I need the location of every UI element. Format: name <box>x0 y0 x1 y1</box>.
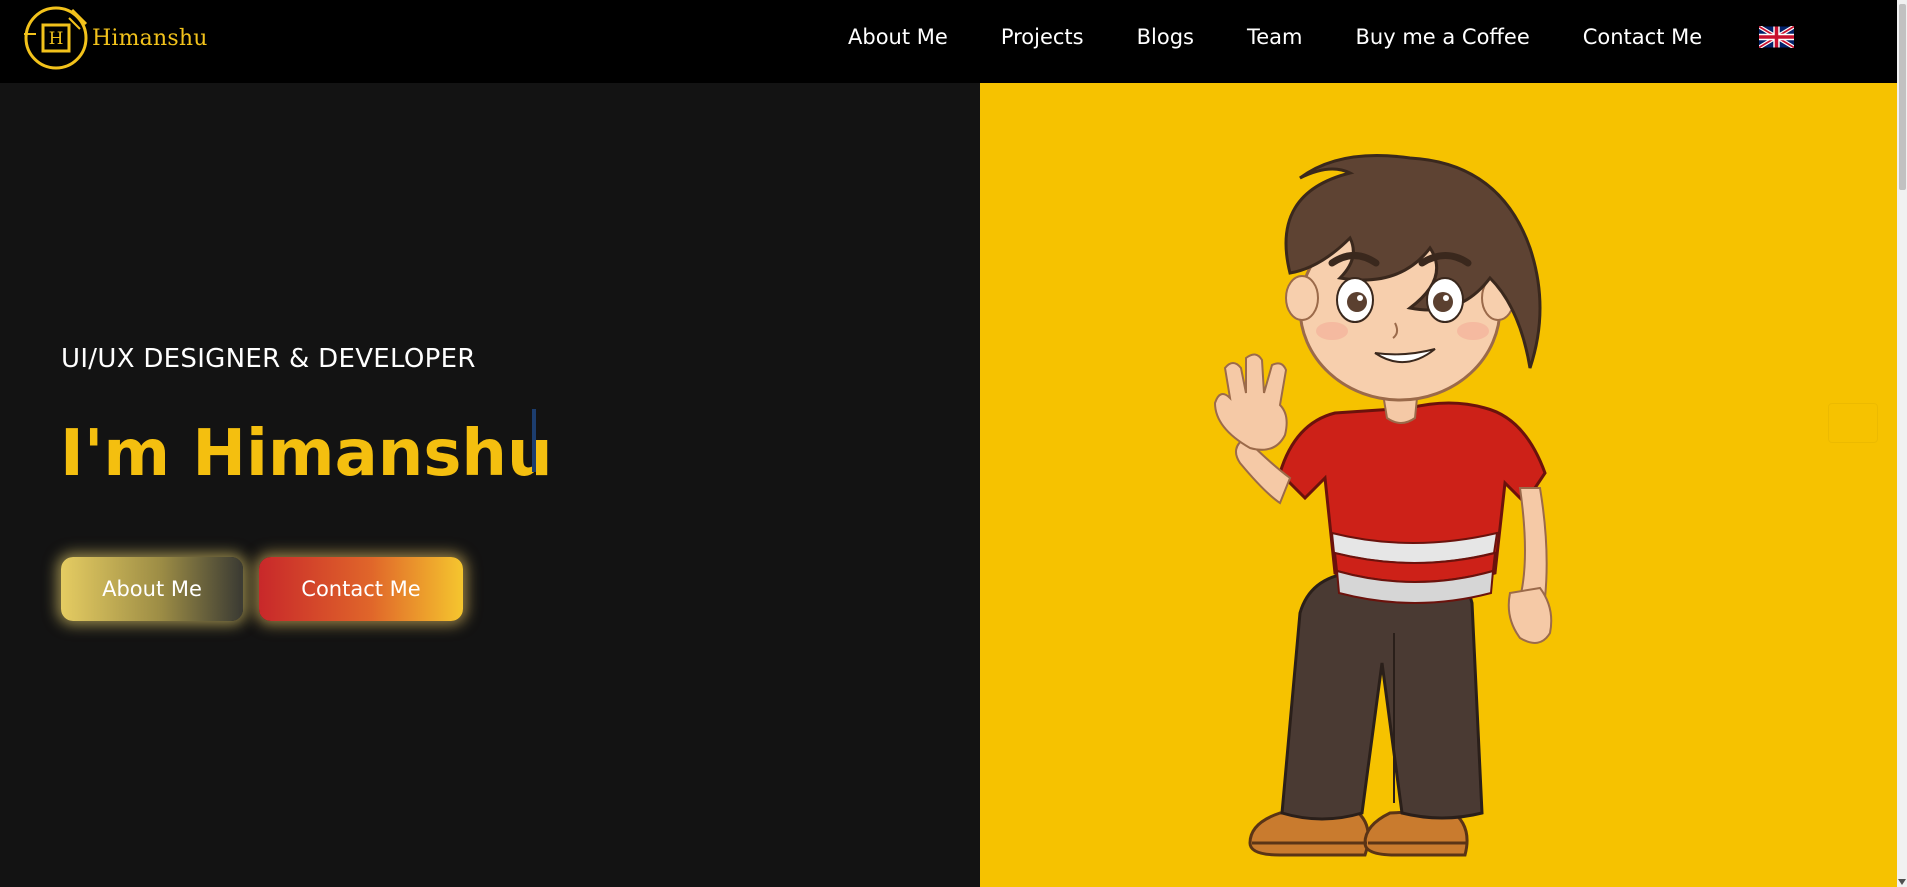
about-me-button[interactable]: About Me <box>61 557 243 621</box>
scrollbar-thumb[interactable] <box>1899 4 1906 190</box>
nav-contact-me[interactable]: Contact Me <box>1583 25 1702 49</box>
hero-subtitle: UI/UX DESIGNER & DEVELOPER <box>61 344 476 374</box>
page-scrollbar[interactable] <box>1897 0 1907 887</box>
nav-team[interactable]: Team <box>1247 25 1303 49</box>
contact-me-button[interactable]: Contact Me <box>259 557 463 621</box>
nav-about-me[interactable]: About Me <box>848 25 948 49</box>
hero-headline: I'm Himanshu <box>60 417 553 491</box>
main-nav: About Me Projects Blogs Team Buy me a Co… <box>848 0 1795 73</box>
nav-blogs[interactable]: Blogs <box>1137 25 1194 49</box>
typing-cursor <box>532 409 536 472</box>
language-switcher[interactable] <box>1759 25 1795 48</box>
hero-illustration-panel <box>980 83 1897 887</box>
uk-flag-icon <box>1759 25 1795 48</box>
logo-emblem-icon: H <box>24 6 88 70</box>
top-navbar: H Himanshu About Me Projects Blogs Team … <box>0 0 1897 83</box>
nav-buy-me-a-coffee[interactable]: Buy me a Coffee <box>1356 25 1530 49</box>
cartoon-boy-waving-illustration <box>1213 154 1553 857</box>
brand-name: Himanshu <box>92 25 208 51</box>
scroll-down-arrow-icon[interactable] <box>1898 879 1906 885</box>
logo-monogram: H <box>49 29 64 49</box>
nav-projects[interactable]: Projects <box>1001 25 1084 49</box>
brand-logo[interactable]: H Himanshu <box>22 3 208 73</box>
floating-widget[interactable] <box>1828 403 1878 443</box>
